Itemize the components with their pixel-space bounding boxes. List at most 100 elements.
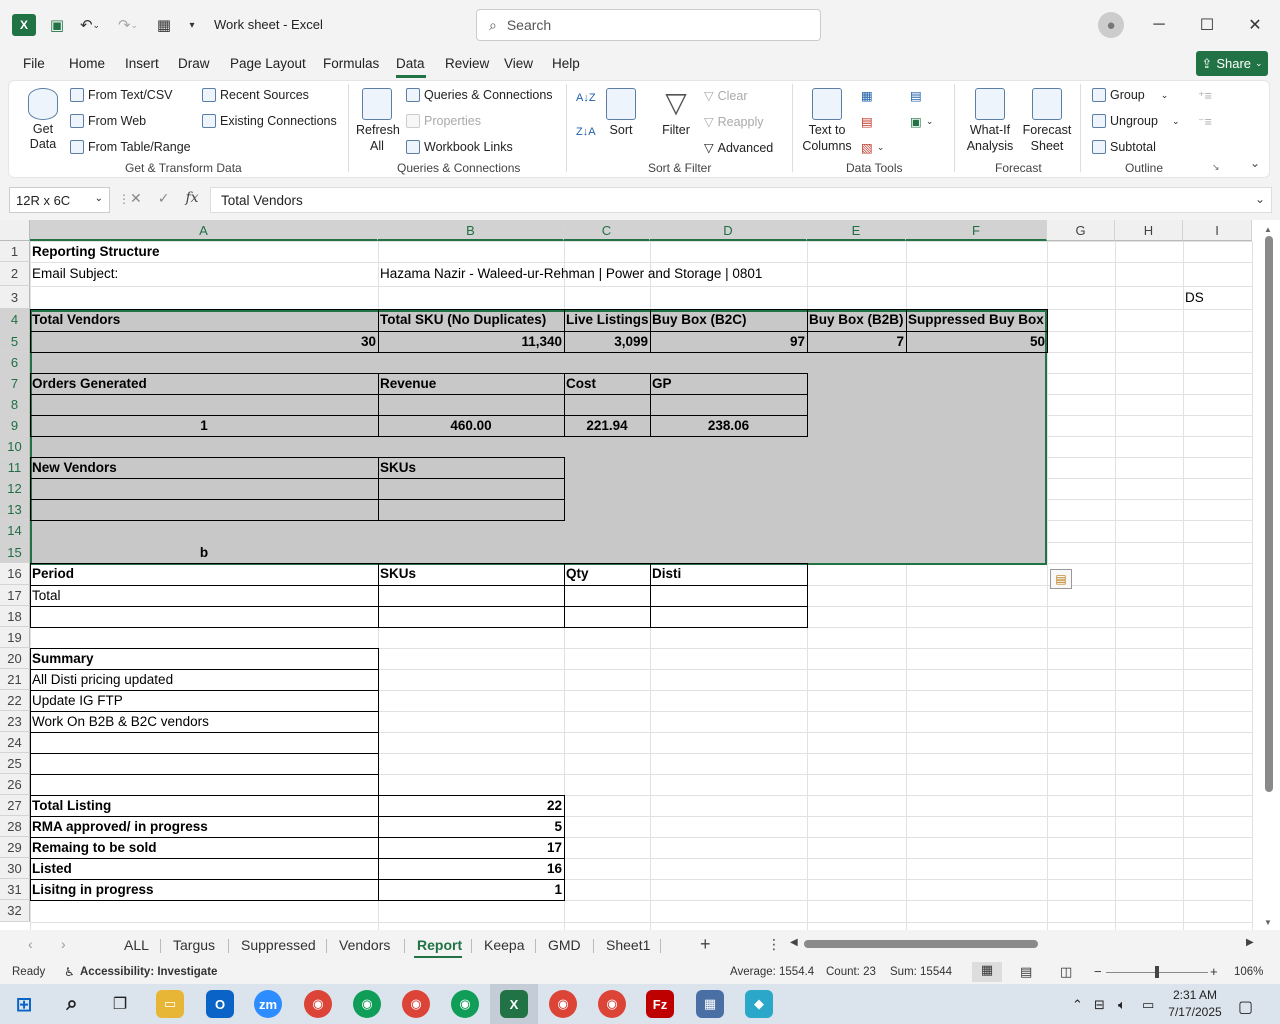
subtotal-button[interactable]: Subtotal (1092, 140, 1156, 154)
chrome-icon[interactable]: ◉ (451, 990, 479, 1018)
what-if-analysis-button[interactable]: What-If Analysis (962, 88, 1018, 154)
row-header-32[interactable]: 32 (0, 900, 30, 922)
notifications-icon[interactable]: ▢ (1238, 997, 1253, 1017)
get-data-button[interactable]: Get Data (24, 88, 62, 152)
outlook-icon[interactable]: O (206, 990, 234, 1018)
filezilla-icon[interactable]: Fz (646, 990, 674, 1018)
cell-a2[interactable]: Email Subject: (30, 262, 378, 286)
volume-icon[interactable]: 🔈︎ (1118, 997, 1126, 1013)
sort-button[interactable]: Sort (604, 88, 638, 138)
outline-settings-icon[interactable]: ↘ (1212, 162, 1220, 173)
cell-a23[interactable]: Work On B2B & B2C vendors (30, 711, 378, 732)
cell-b28[interactable]: 5 (378, 816, 564, 837)
chrome-icon[interactable]: ◉ (304, 990, 332, 1018)
account-avatar-icon[interactable]: ● (1098, 12, 1124, 38)
zoom-app-icon[interactable]: zm (254, 990, 282, 1018)
add-sheet-icon[interactable]: + (700, 934, 711, 955)
column-header-h[interactable]: H (1115, 220, 1183, 241)
cell-a27[interactable]: Total Listing (30, 795, 378, 816)
row-header-6[interactable]: 6 (0, 352, 30, 373)
cell-f4[interactable]: Suppressed Buy Box (906, 309, 1047, 331)
file-explorer-icon[interactable]: ▭ (156, 990, 184, 1018)
cell-a15[interactable]: b (30, 542, 378, 563)
more-options-icon[interactable]: ⋮ (767, 936, 781, 953)
cell-e5[interactable]: 7 (807, 331, 906, 352)
row-header-15[interactable]: 15 (0, 542, 30, 563)
row-header-24[interactable]: 24 (0, 732, 30, 753)
row-header-27[interactable]: 27 (0, 795, 30, 816)
collapse-ribbon-icon[interactable]: ⌄ (1250, 156, 1260, 170)
network-icon[interactable]: ▭ (1142, 997, 1154, 1013)
minimize-button[interactable]: ─ (1136, 12, 1182, 38)
menu-data[interactable]: Data (396, 56, 425, 71)
cell-b9[interactable]: 460.00 (378, 415, 564, 436)
sort-a-z-button[interactable]: A↓Z (576, 92, 596, 104)
row-header-1[interactable]: 1 (0, 241, 30, 262)
previous-sheet-icon[interactable]: ‹ (28, 936, 33, 952)
app-icon[interactable]: ◆ (745, 990, 773, 1018)
cell-a28[interactable]: RMA approved/ in progress (30, 816, 378, 837)
sheet-tab-all[interactable]: ALL (124, 937, 149, 953)
redo-icon[interactable]: ↷ ⌄ (114, 14, 142, 36)
menu-page-layout[interactable]: Page Layout (230, 56, 306, 71)
queries-connections-button[interactable]: Queries & Connections (406, 88, 553, 102)
row-header-28[interactable]: 28 (0, 816, 30, 837)
chrome-icon[interactable]: ◉ (598, 990, 626, 1018)
row-header-26[interactable]: 26 (0, 774, 30, 795)
sheet-tab-vendors[interactable]: Vendors (339, 937, 390, 953)
share-button[interactable]: ⇪ Share ⌄ (1196, 51, 1268, 76)
cell-b29[interactable]: 17 (378, 837, 564, 858)
filter-button[interactable]: ▽ Filter (656, 88, 696, 138)
close-button[interactable]: ✕ (1232, 12, 1278, 38)
cell-b7[interactable]: Revenue (378, 373, 564, 394)
workbook-links-button[interactable]: Workbook Links (406, 140, 513, 154)
sheet-tab-report[interactable]: Report (417, 937, 462, 953)
name-box[interactable]: 12R x 6C ⌄ (9, 187, 110, 213)
scroll-down-icon[interactable]: ▼ (1264, 918, 1272, 927)
calculator-app-icon[interactable]: ▦ (696, 990, 724, 1018)
page-layout-view-icon[interactable]: ▤ (1020, 964, 1032, 980)
cell-a7[interactable]: Orders Generated (30, 373, 378, 394)
data-validation-button[interactable]: ▧ ⌄ (861, 140, 884, 155)
taskbar-date[interactable]: 7/17/2025 (1166, 1005, 1224, 1019)
accessibility-status[interactable]: Accessibility: Investigate (80, 966, 217, 978)
row-header-23[interactable]: 23 (0, 711, 30, 732)
sort-z-a-button[interactable]: Z↓A (576, 126, 596, 138)
cell-c5[interactable]: 3,099 (564, 331, 650, 352)
cell-b27[interactable]: 22 (378, 795, 564, 816)
recent-sources-button[interactable]: Recent Sources (202, 88, 309, 102)
consolidate-button[interactable]: ▤ (910, 88, 922, 103)
search-box[interactable]: ⌕ Search (476, 9, 821, 41)
cell-a17[interactable]: Total (30, 585, 378, 606)
zoom-level[interactable]: 106% (1234, 966, 1263, 978)
cell-c4[interactable]: Live Listings (564, 309, 650, 331)
formula-input[interactable]: Total Vendors (210, 187, 1272, 213)
expand-formula-bar-icon[interactable]: ⌄ (1255, 192, 1265, 206)
ungroup-button[interactable]: Ungroup ⌄ (1092, 114, 1180, 128)
menu-draw[interactable]: Draw (178, 56, 210, 71)
cell-a5[interactable]: 30 (30, 331, 378, 352)
cell-f5[interactable]: 50 (906, 331, 1047, 352)
row-header-25[interactable]: 25 (0, 753, 30, 774)
menu-review[interactable]: Review (445, 56, 489, 71)
cell-b31[interactable]: 1 (378, 879, 564, 900)
customize-toolbar-icon[interactable]: ▾ (184, 14, 200, 36)
select-all-corner[interactable] (0, 220, 30, 241)
row-header-16[interactable]: 16 (0, 563, 30, 585)
row-header-19[interactable]: 19 (0, 627, 30, 648)
refresh-all-button[interactable]: Refresh All (356, 88, 400, 154)
cancel-icon[interactable]: ✕ (130, 190, 142, 207)
row-header-2[interactable]: 2 (0, 262, 30, 286)
row-header-3[interactable]: 3 (0, 286, 30, 309)
menu-help[interactable]: Help (552, 56, 580, 71)
cell-d4[interactable]: Buy Box (B2C) (650, 309, 807, 331)
cell-a29[interactable]: Remaing to be sold (30, 837, 378, 858)
row-header-8[interactable]: 8 (0, 394, 30, 415)
from-web-button[interactable]: From Web (70, 114, 146, 128)
chrome-icon[interactable]: ◉ (549, 990, 577, 1018)
row-header-4[interactable]: 4 (0, 309, 30, 331)
tray-overflow-icon[interactable]: ⌃ (1072, 997, 1083, 1013)
row-header-29[interactable]: 29 (0, 837, 30, 858)
cell-a9[interactable]: 1 (30, 415, 378, 436)
row-header-21[interactable]: 21 (0, 669, 30, 690)
